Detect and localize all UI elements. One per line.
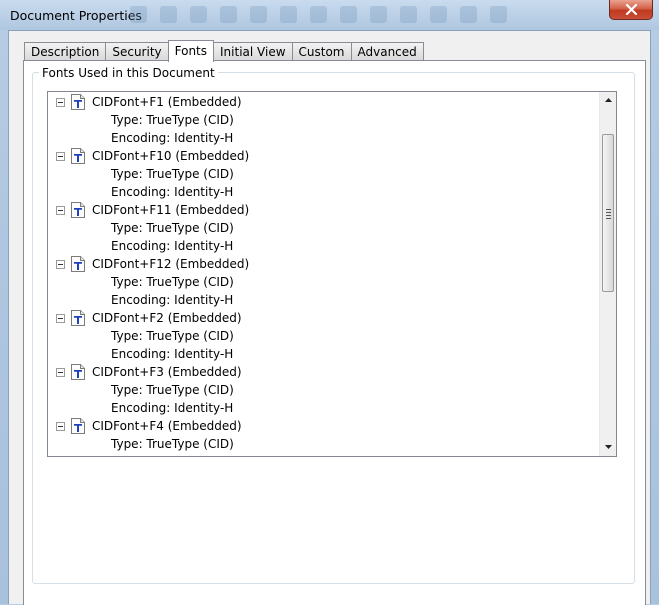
font-item-row[interactable]: CIDFont+F12 (Embedded) — [48, 255, 600, 273]
truetype-font-icon — [71, 148, 85, 164]
fonts-tree-list[interactable]: CIDFont+F1 (Embedded) Type: TrueType (CI… — [47, 91, 617, 457]
fonts-tree-content: CIDFont+F1 (Embedded) Type: TrueType (CI… — [48, 93, 600, 453]
font-encoding-row[interactable]: Encoding: Identity-H — [48, 291, 600, 309]
tab-strip: Description Security Fonts Initial View … — [24, 39, 424, 62]
collapse-minus-icon[interactable] — [56, 260, 65, 269]
collapse-minus-icon[interactable] — [56, 206, 65, 215]
font-encoding-label: Encoding: Identity-H — [111, 185, 234, 199]
window-title: Document Properties — [10, 8, 142, 23]
font-name-label: CIDFont+F1 (Embedded) — [92, 95, 242, 109]
truetype-font-icon — [71, 202, 85, 218]
collapse-minus-icon[interactable] — [56, 152, 65, 161]
scroll-down-button[interactable] — [600, 439, 616, 456]
font-type-row[interactable]: Type: TrueType (CID) — [48, 219, 600, 237]
font-type-label: Type: TrueType (CID) — [111, 329, 234, 343]
font-type-label: Type: TrueType (CID) — [111, 383, 234, 397]
arrow-down-icon — [605, 445, 612, 449]
collapse-minus-icon[interactable] — [56, 422, 65, 431]
font-encoding-row[interactable]: Encoding: Identity-H — [48, 129, 600, 147]
font-name-label: CIDFont+F12 (Embedded) — [92, 257, 250, 271]
scroll-grip-icon — [606, 209, 611, 221]
font-item-row[interactable]: CIDFont+F3 (Embedded) — [48, 363, 600, 381]
font-encoding-row[interactable]: Encoding: Identity-H — [48, 399, 600, 417]
close-icon — [625, 4, 638, 15]
font-name-label: CIDFont+F4 (Embedded) — [92, 419, 242, 433]
font-encoding-row[interactable]: Encoding: Identity-H — [48, 345, 600, 363]
font-type-row[interactable]: Type: TrueType (CID) — [48, 165, 600, 183]
font-type-row[interactable]: Type: TrueType (CID) — [48, 273, 600, 291]
tab-custom[interactable]: Custom — [291, 42, 352, 61]
font-item-row[interactable]: CIDFont+F11 (Embedded) — [48, 201, 600, 219]
scroll-thumb[interactable] — [602, 134, 614, 292]
tab-initial-view[interactable]: Initial View — [213, 42, 293, 61]
font-type-row[interactable]: Type: TrueType (CID) — [48, 381, 600, 399]
arrow-up-icon — [605, 98, 612, 102]
font-item-row[interactable]: CIDFont+F10 (Embedded) — [48, 147, 600, 165]
font-type-row[interactable]: Type: TrueType (CID) — [48, 111, 600, 129]
close-button[interactable] — [609, 0, 653, 20]
font-name-label: CIDFont+F10 (Embedded) — [92, 149, 250, 163]
font-item-row[interactable]: CIDFont+F1 (Embedded) — [48, 93, 600, 111]
truetype-font-icon — [71, 256, 85, 272]
tab-description[interactable]: Description — [24, 42, 107, 61]
collapse-minus-icon[interactable] — [56, 98, 65, 107]
font-encoding-label: Encoding: Identity-H — [111, 401, 234, 415]
tab-fonts[interactable]: Fonts — [167, 40, 215, 62]
truetype-font-icon — [71, 364, 85, 380]
scroll-up-button[interactable] — [600, 92, 616, 109]
tab-security[interactable]: Security — [105, 42, 169, 61]
font-item-row[interactable]: CIDFont+F2 (Embedded) — [48, 309, 600, 327]
font-type-label: Type: TrueType (CID) — [111, 437, 234, 451]
vertical-scrollbar[interactable] — [599, 92, 616, 456]
font-encoding-label: Encoding: Identity-H — [111, 239, 234, 253]
font-name-label: CIDFont+F2 (Embedded) — [92, 311, 242, 325]
tab-advanced[interactable]: Advanced — [350, 42, 424, 61]
title-bar[interactable]: Document Properties — [0, 0, 659, 30]
font-type-row[interactable]: Type: TrueType (CID) — [48, 327, 600, 345]
font-type-label: Type: TrueType (CID) — [111, 221, 234, 235]
collapse-minus-icon[interactable] — [56, 314, 65, 323]
truetype-font-icon — [71, 418, 85, 434]
fonts-groupbox-title: Fonts Used in this Document — [39, 66, 218, 80]
font-name-label: CIDFont+F11 (Embedded) — [92, 203, 250, 217]
font-encoding-label: Encoding: Identity-H — [111, 347, 234, 361]
background-toolbar-ghost — [130, 6, 507, 26]
font-type-label: Type: TrueType (CID) — [111, 167, 234, 181]
truetype-font-icon — [71, 310, 85, 326]
font-type-label: Type: TrueType (CID) — [111, 275, 234, 289]
font-encoding-label: Encoding: Identity-H — [111, 293, 234, 307]
font-name-label: CIDFont+F3 (Embedded) — [92, 365, 242, 379]
font-type-row[interactable]: Type: TrueType (CID) — [48, 435, 600, 453]
font-encoding-row[interactable]: Encoding: Identity-H — [48, 183, 600, 201]
font-type-label: Type: TrueType (CID) — [111, 113, 234, 127]
font-item-row[interactable]: CIDFont+F4 (Embedded) — [48, 417, 600, 435]
truetype-font-icon — [71, 94, 85, 110]
font-encoding-label: Encoding: Identity-H — [111, 131, 234, 145]
collapse-minus-icon[interactable] — [56, 368, 65, 377]
font-encoding-row[interactable]: Encoding: Identity-H — [48, 237, 600, 255]
